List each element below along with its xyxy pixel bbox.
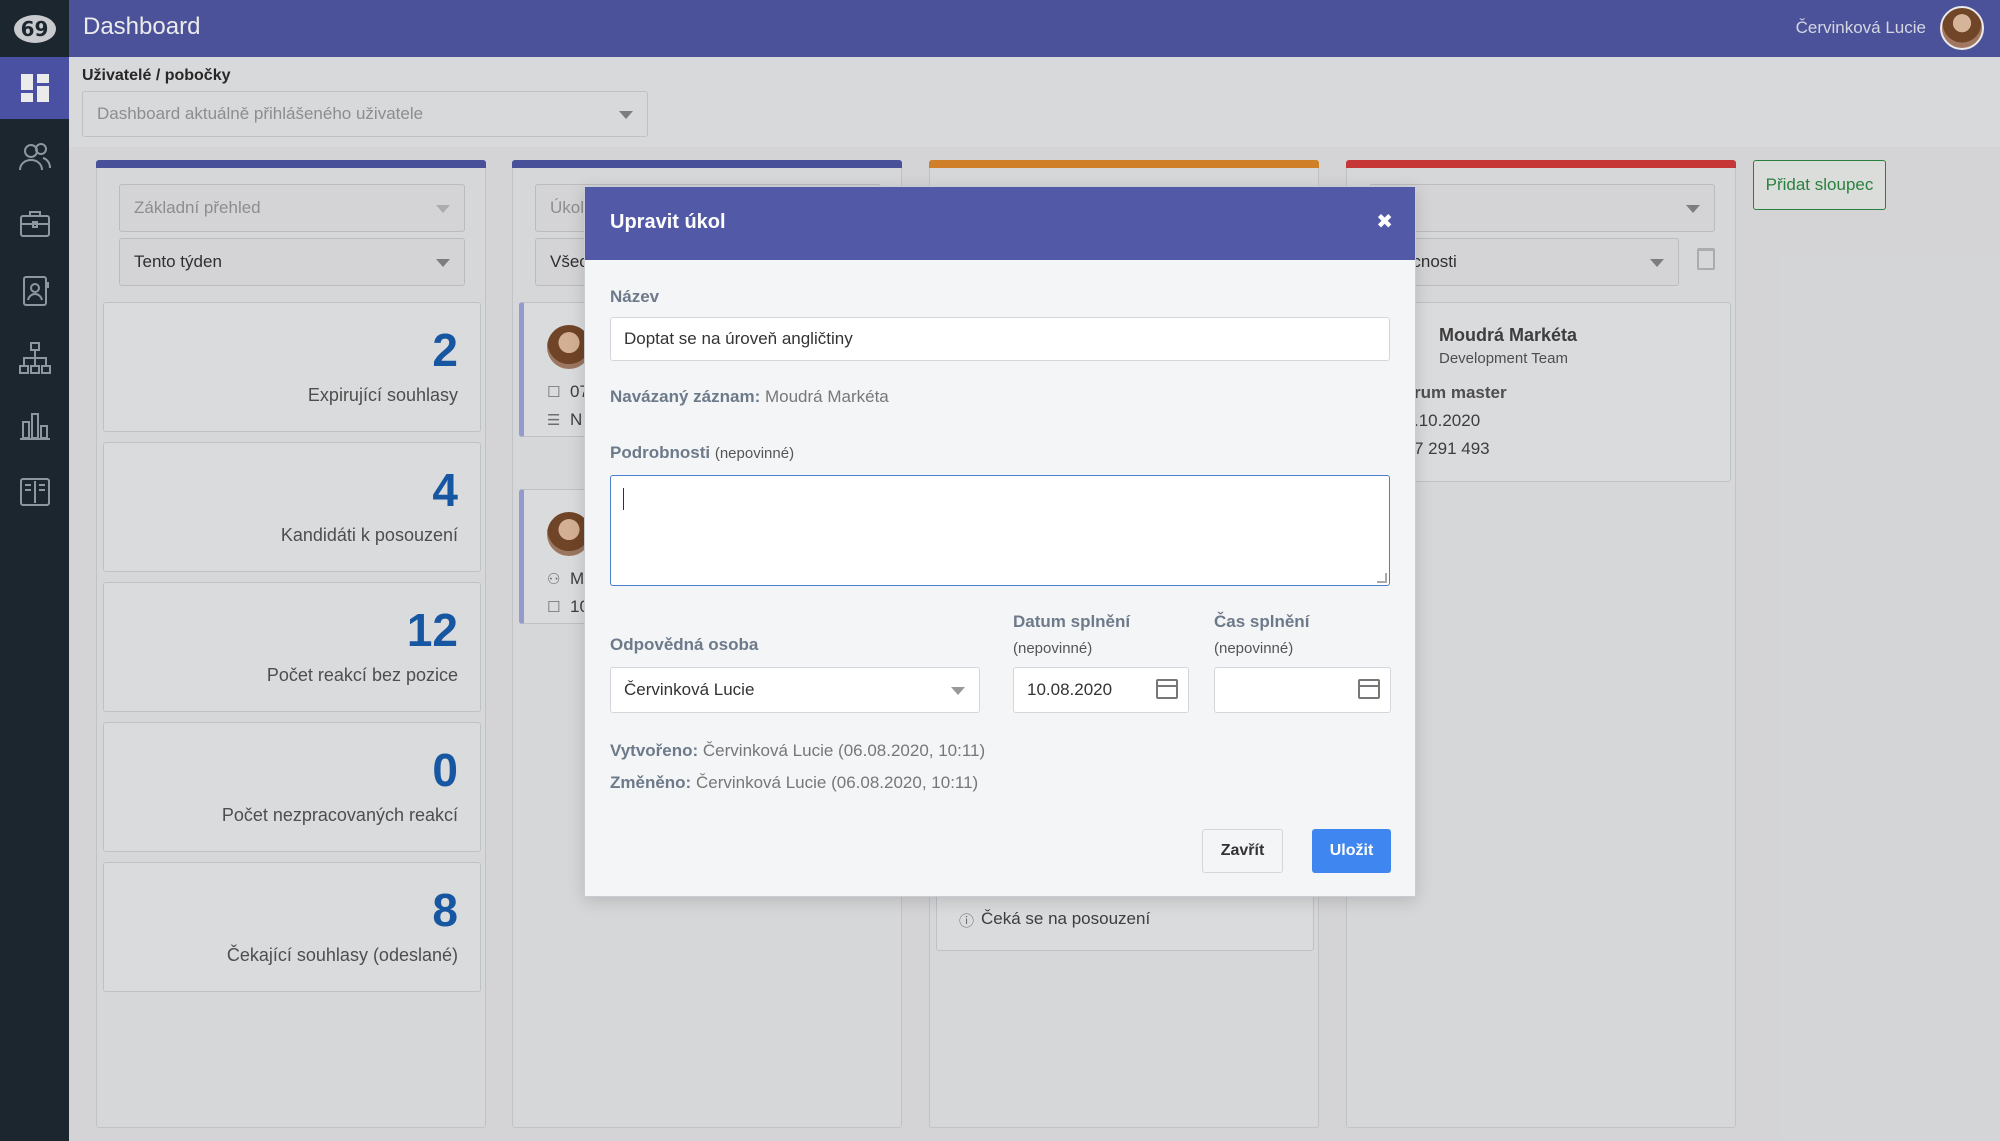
details-textarea[interactable] (610, 475, 1390, 586)
modal-header: Upravit úkol ✖ (585, 187, 1415, 260)
created-value: Červinková Lucie (06.08.2020, 10:11) (702, 741, 986, 760)
responsible-person-value: Červinková Lucie (624, 680, 755, 699)
optional-hint: (nepovinné) (1214, 640, 1294, 657)
created-info: Vytvořeno: Červinková Lucie (06.08.2020,… (610, 741, 985, 761)
save-button[interactable]: Uložit (1312, 829, 1391, 873)
close-icon[interactable]: ✖ (1376, 209, 1393, 233)
calendar-icon[interactable] (1358, 679, 1380, 699)
resize-handle[interactable] (1377, 573, 1387, 583)
task-name-input[interactable]: Doptat se na úroveň angličtiny (610, 317, 1390, 361)
linked-record-label: Navázaný záznam: (610, 387, 761, 406)
responsible-person-select[interactable]: Červinková Lucie (610, 667, 980, 713)
due-date-label: Datum splnění (1013, 612, 1131, 631)
optional-hint: (nepovinné) (1013, 640, 1093, 657)
linked-record: Navázaný záznam: Moudrá Markéta (610, 387, 889, 407)
due-date-input[interactable]: 10.08.2020 (1013, 667, 1189, 713)
linked-record-value[interactable]: Moudrá Markéta (765, 387, 889, 406)
text-cursor (623, 488, 624, 510)
modal-title: Upravit úkol (610, 211, 726, 233)
details-label-text: Podrobnosti (610, 443, 711, 462)
chevron-down-icon (951, 687, 965, 695)
name-label: Název (610, 287, 660, 306)
created-label: Vytvořeno: (610, 741, 699, 760)
due-date-optional: (nepovinné) (1013, 638, 1092, 658)
details-label: Podrobnosti (nepovinné) (610, 443, 794, 463)
calendar-icon[interactable] (1156, 679, 1178, 699)
responsible-person-label: Odpovědná osoba (610, 635, 759, 654)
due-date-value: 10.08.2020 (1027, 680, 1113, 699)
due-time-input[interactable] (1214, 667, 1391, 713)
changed-label: Změněno: (610, 773, 692, 792)
optional-hint: (nepovinné) (714, 445, 795, 462)
close-button[interactable]: Zavřít (1202, 829, 1283, 873)
changed-info: Změněno: Červinková Lucie (06.08.2020, 1… (610, 773, 978, 793)
changed-value: Červinková Lucie (06.08.2020, 10:11) (695, 773, 979, 792)
due-time-optional: (nepovinné) (1214, 638, 1293, 658)
edit-task-modal: Upravit úkol ✖ Název Doptat se na úroveň… (584, 186, 1416, 897)
due-time-label: Čas splnění (1214, 612, 1310, 631)
